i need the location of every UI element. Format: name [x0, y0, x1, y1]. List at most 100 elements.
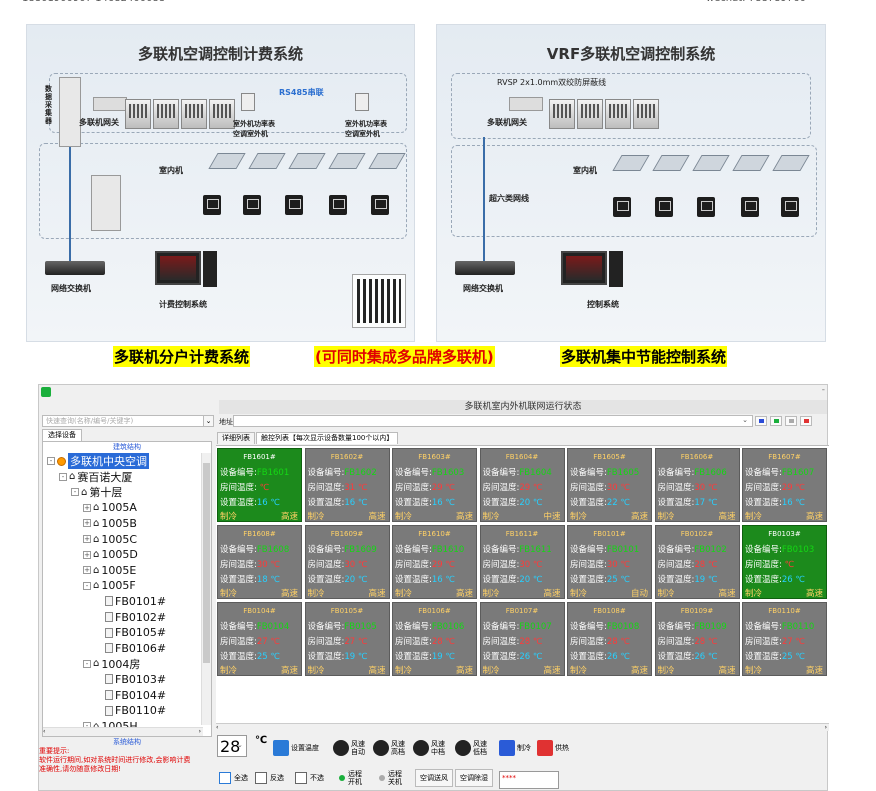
search-input[interactable]: 快速查询(名称/编号/关键字): [42, 415, 214, 427]
tree-node[interactable]: + ⌂ 1005D: [83, 547, 138, 563]
chevron-down-icon[interactable]: ⌄: [237, 741, 243, 749]
device-card[interactable]: FB1602# 设备编号:FB1602 房间温度:31 ℃ 设置温度:16 ℃ 制冷 高速: [304, 448, 390, 522]
fan-low-button[interactable]: 风速 低档: [455, 739, 487, 757]
mode-row: 制冷 高速: [220, 587, 301, 598]
toolbar-button-blue[interactable]: [755, 416, 767, 426]
expand-toggle-icon[interactable]: -: [83, 659, 91, 668]
device-card[interactable]: FB0104# 设备编号:FB0104 房间温度:27 ℃ 设置温度:25 ℃ 制冷 高速: [217, 602, 302, 676]
tree-horizontal-scrollbar[interactable]: ‹ ›: [43, 727, 203, 736]
toolbar-button-grey[interactable]: [785, 416, 797, 426]
control-pc-tower: [609, 251, 623, 287]
device-card[interactable]: FB0106# 设备编号:FB0106 房间温度:28 ℃ 设置温度:19 ℃ 制冷 高速: [392, 602, 477, 676]
tree-scrollbar[interactable]: [201, 453, 211, 725]
select-none-checkbox[interactable]: 不选: [295, 769, 324, 787]
fan-mode-button[interactable]: 空调送风: [415, 769, 453, 787]
set-temp-label: 设置温度:: [657, 498, 695, 508]
tree-node[interactable]: FB0104#: [95, 687, 166, 703]
tree-node[interactable]: + ⌂ 1005B: [83, 515, 137, 531]
device-id-label: 设备编号:: [307, 468, 345, 478]
label-outdoor: 空调室外机: [233, 130, 268, 138]
minimize-button[interactable]: -: [822, 385, 825, 395]
device-id-label: 设备编号:: [220, 545, 257, 555]
device-card[interactable]: FB1608# 设备编号:FB1608 房间温度:30 ℃ 设置温度:18 ℃ 制冷 高速: [217, 525, 302, 599]
chevron-down-icon[interactable]: ⌄: [739, 416, 751, 426]
expand-toggle-icon[interactable]: -: [59, 472, 67, 481]
expand-toggle-icon[interactable]: +: [83, 535, 91, 543]
tree-node[interactable]: - ⌂ 1005F: [83, 578, 136, 594]
select-all-checkbox[interactable]: 全选: [219, 769, 248, 787]
tree-node[interactable]: - ⌂ 1004房: [83, 656, 140, 672]
room-temp-label: 房间温度:: [307, 637, 345, 647]
address-input[interactable]: [233, 415, 753, 427]
device-card[interactable]: FB1606# 设备编号:FB1606 房间温度:30 ℃ 设置温度:17 ℃ 制冷 高速: [654, 448, 740, 522]
device-card[interactable]: FB1601# 设备编号:FB1601 房间温度: ℃ 设置温度:16 ℃ 制冷 高速: [217, 448, 302, 522]
device-card[interactable]: FB0108# 设备编号:FB0108 房间温度:28 ℃ 设置温度:26 ℃ 制冷 高速: [567, 602, 652, 676]
tab-select-device[interactable]: 选择设备: [42, 429, 82, 441]
device-card[interactable]: FB1609# 设备编号:FB1609 房间温度:30 ℃ 设置温度:20 ℃ 制冷 高速: [304, 525, 390, 599]
expand-toggle-icon[interactable]: +: [83, 566, 91, 575]
expand-toggle-icon[interactable]: +: [83, 550, 91, 559]
tab-touch-list[interactable]: 触控列表【每次显示设备数量100个以内】: [256, 432, 399, 444]
expand-toggle-icon[interactable]: +: [83, 519, 91, 528]
tree-node[interactable]: FB0106#: [95, 640, 166, 656]
tree-node[interactable]: FB0102#: [95, 609, 166, 625]
set-temp-unit: ℃: [795, 575, 805, 585]
fan-mid-label-line1: 风速: [431, 740, 445, 748]
tree-node[interactable]: FB0101#: [95, 593, 166, 609]
device-card-title: FB1606#: [680, 453, 714, 461]
device-card[interactable]: FB0101# 设备编号:FB0101 房间温度:30 ℃ 设置温度:25 ℃ 制冷 自动: [567, 525, 652, 599]
device-card[interactable]: FB0102# 设备编号:FB0102 房间温度:28 ℃ 设置温度:19 ℃ 制冷 高速: [654, 525, 740, 599]
tab-detail-list[interactable]: 详细列表: [217, 432, 255, 444]
chevron-right-icon[interactable]: ›: [199, 728, 201, 735]
device-card[interactable]: FB1610# 设备编号:FB1610 房间温度:29 ℃ 设置温度:16 ℃ 制冷 高速: [392, 525, 477, 599]
set-temperature-button[interactable]: 设置温度: [273, 739, 319, 757]
fan-high-button[interactable]: 风速 高档: [373, 739, 405, 757]
device-card[interactable]: FB0110# 设备编号:FB0110 房间温度:27 ℃ 设置温度:25 ℃ 制冷 高速: [742, 602, 827, 676]
room-temp-value: 28: [694, 637, 706, 647]
grid-horizontal-scrollbar[interactable]: ‹ ›: [216, 723, 829, 731]
device-card[interactable]: FB1604# 设备编号:FB1604 房间温度:29 ℃ 设置温度:20 ℃ 制冷 中速: [479, 448, 565, 522]
invert-selection-button[interactable]: 反选: [255, 769, 284, 787]
expand-toggle-icon[interactable]: -: [71, 488, 79, 497]
chevron-down-icon[interactable]: ⌄: [203, 415, 214, 427]
device-card[interactable]: FB0103# 设备编号:FB0103 房间温度: ℃ 设置温度:26 ℃ 制冷 高速: [742, 525, 827, 599]
device-card[interactable]: FB1607# 设备编号:FB1607 房间温度:29 ℃ 设置温度:16 ℃ 制冷 高速: [742, 448, 827, 522]
scroll-thumb[interactable]: [203, 463, 210, 663]
device-card[interactable]: FB0109# 设备编号:FB0109 房间温度:28 ℃ 设置温度:26 ℃ 制冷 高速: [654, 602, 740, 676]
tree-node[interactable]: - 多联机中央空调: [47, 453, 149, 469]
tree-footer[interactable]: 系统结构: [42, 737, 212, 747]
tree-node[interactable]: FB0105#: [95, 625, 166, 641]
device-card[interactable]: FB0105# 设备编号:FB0105 房间温度:27 ℃ 设置温度:19 ℃ 制冷 高速: [304, 602, 390, 676]
device-card[interactable]: FB1611# 设备编号:FB1611 房间温度:30 ℃ 设置温度:20 ℃ 制冷 高速: [479, 525, 565, 599]
tree-node[interactable]: - ⌂ 赛百诺大厦: [59, 469, 132, 485]
fan-auto-button[interactable]: 风速 自动: [333, 739, 365, 757]
tree-node[interactable]: FB0110#: [95, 703, 166, 719]
expand-toggle-icon[interactable]: -: [47, 457, 55, 465]
tree-node[interactable]: FB0103#: [95, 671, 166, 687]
device-card[interactable]: FB1603# 设备编号:FB1603 房间温度:29 ℃ 设置温度:16 ℃ 制冷 高速: [392, 448, 477, 522]
tree-node[interactable]: - ⌂ 第十层: [71, 484, 122, 500]
chevron-left-icon[interactable]: ‹: [43, 728, 45, 735]
remote-power-on-button[interactable]: 远程 开机: [339, 769, 362, 787]
toolbar-button-green[interactable]: [770, 416, 782, 426]
expand-toggle-icon[interactable]: -: [83, 581, 91, 590]
expand-toggle-icon[interactable]: +: [83, 503, 91, 512]
dehumidify-button[interactable]: 空调除湿: [455, 769, 493, 787]
chevron-left-icon[interactable]: ‹: [216, 724, 218, 731]
fan-mid-button[interactable]: 风速 中档: [413, 739, 445, 757]
tree-node[interactable]: + ⌂ 1005A: [83, 500, 137, 516]
room-temp-unit: ℃: [620, 637, 630, 647]
tree-node[interactable]: + ⌂ 1005E: [83, 562, 136, 578]
device-card[interactable]: FB0107# 设备编号:FB0107 房间温度:28 ℃ 设置温度:26 ℃ 制冷 高速: [479, 602, 565, 676]
heat-mode-button[interactable]: 供热: [537, 739, 569, 757]
room-temp-label: 房间温度:: [220, 483, 257, 493]
device-card[interactable]: FB1605# 设备编号:FB1605 房间温度:30 ℃ 设置温度:22 ℃ 制冷 高速: [567, 448, 652, 522]
cool-mode-button[interactable]: 制冷: [499, 739, 531, 757]
chevron-right-icon[interactable]: ›: [825, 724, 827, 731]
tree-node[interactable]: + ⌂ 1005C: [83, 531, 137, 547]
fan-icon: [333, 740, 349, 756]
toolbar-button-red[interactable]: [800, 416, 812, 426]
screenshot-root: 18801900907 14682400088 wechat: 78878976…: [0, 0, 876, 791]
home-icon: ⌂: [93, 580, 100, 592]
remote-power-off-button[interactable]: 远程 关机: [379, 769, 402, 787]
